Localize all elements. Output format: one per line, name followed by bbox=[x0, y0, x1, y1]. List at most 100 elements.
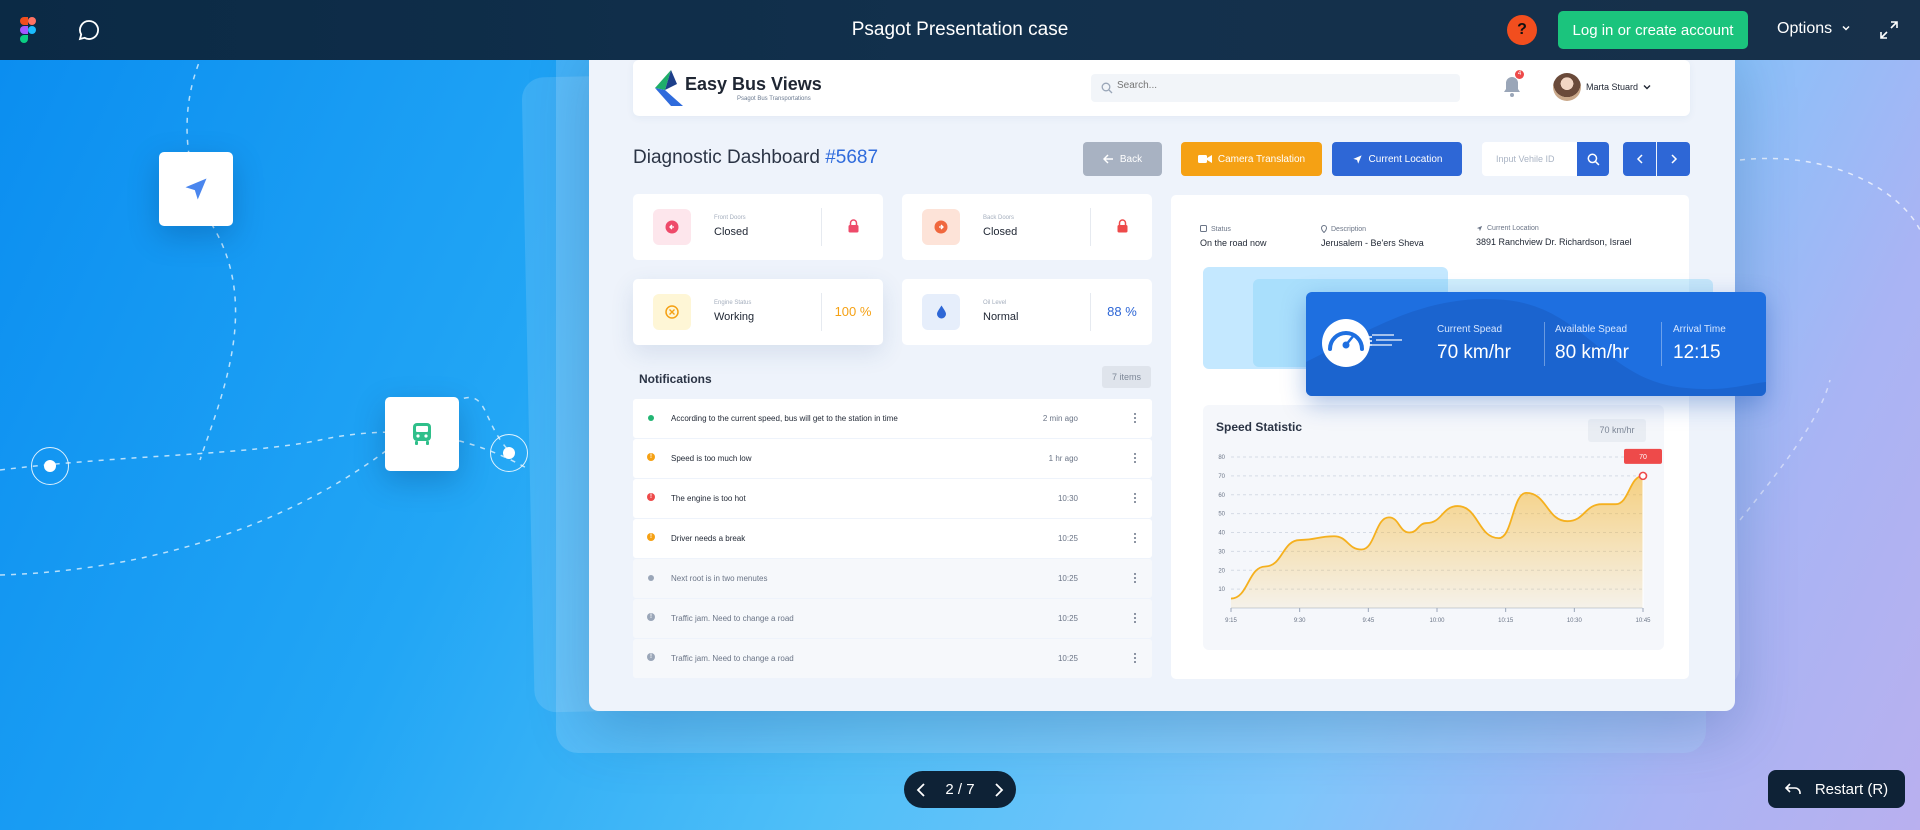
page-navigator: 2 / 7 bbox=[904, 771, 1016, 808]
restart-label: Restart (R) bbox=[1814, 780, 1889, 798]
more-vertical-icon[interactable] bbox=[1133, 451, 1137, 465]
app-header: Easy Bus Views Psagot Bus Transportation… bbox=[633, 60, 1690, 116]
current-speed-label: Current Spead bbox=[1437, 324, 1503, 335]
more-vertical-icon[interactable] bbox=[1133, 491, 1137, 505]
engine-icon bbox=[665, 305, 679, 319]
x-tick-label: 10:00 bbox=[1429, 618, 1445, 624]
y-tick-label: 80 bbox=[1218, 455, 1225, 461]
oil-percent: 88 % bbox=[1107, 304, 1137, 319]
list-item[interactable]: ! Speed is too much low 1 hr ago bbox=[633, 439, 1152, 478]
notification-time: 10:25 bbox=[1057, 614, 1078, 623]
chevron-down-icon bbox=[1842, 25, 1850, 31]
user-name[interactable]: Marta Stuard bbox=[1586, 82, 1638, 92]
error-icon: ! bbox=[647, 493, 655, 501]
pin-icon bbox=[1321, 225, 1327, 233]
previous-vehicle-button[interactable] bbox=[1623, 142, 1656, 176]
oil-level-label: Oil Level bbox=[983, 300, 1007, 306]
front-doors-label: Front Doors bbox=[714, 215, 746, 221]
divider bbox=[1661, 322, 1662, 366]
x-tick-label: 10:30 bbox=[1567, 618, 1583, 624]
available-speed-label: Available Spead bbox=[1555, 324, 1628, 335]
camera-translation-button[interactable]: Camera Translation bbox=[1181, 142, 1322, 176]
speed-card: Current Spead 70 km/hr Available Spead 8… bbox=[1306, 292, 1766, 396]
navigation-card bbox=[159, 152, 233, 226]
engine-percent: 100 % bbox=[834, 304, 872, 319]
engine-status-card: Engine Status Working 100 % bbox=[633, 279, 883, 345]
list-item[interactable]: Next root is in two menutes 10:25 bbox=[633, 559, 1152, 598]
notification-time: 10:25 bbox=[1057, 534, 1078, 543]
more-vertical-icon[interactable] bbox=[1133, 651, 1137, 665]
back-doors-value: Closed bbox=[983, 226, 1018, 238]
list-item[interactable]: ! The engine is too hot 10:30 bbox=[633, 479, 1152, 518]
path-node bbox=[490, 434, 528, 472]
x-tick-label: 9:45 bbox=[1362, 618, 1374, 624]
arrival-time-label: Arrival Time bbox=[1673, 324, 1726, 335]
more-vertical-icon[interactable] bbox=[1133, 571, 1137, 585]
notification-text: Traffic jam. Need to change a road bbox=[671, 614, 794, 623]
vehicle-number: #5687 bbox=[825, 147, 879, 168]
divider bbox=[1544, 322, 1545, 366]
divider bbox=[821, 293, 822, 331]
more-vertical-icon[interactable] bbox=[1133, 411, 1137, 425]
front-doors-value: Closed bbox=[714, 226, 749, 238]
list-item[interactable]: ! Driver needs a break 10:25 bbox=[633, 519, 1152, 558]
info-icon: ! bbox=[647, 653, 655, 661]
notification-time: 10:25 bbox=[1057, 654, 1078, 663]
chevron-right-icon[interactable] bbox=[994, 782, 1004, 798]
x-tick-label: 9:30 bbox=[1294, 618, 1306, 624]
front-doors-card: Front Doors Closed bbox=[633, 194, 883, 260]
x-tick-label: 10:45 bbox=[1635, 618, 1651, 624]
chevron-down-icon[interactable] bbox=[1642, 82, 1652, 92]
list-item[interactable]: ! Traffic jam. Need to change a road 10:… bbox=[633, 599, 1152, 638]
status-dot bbox=[648, 575, 654, 581]
more-vertical-icon[interactable] bbox=[1133, 611, 1137, 625]
highlight-point bbox=[1638, 471, 1648, 481]
vehicle-id-input[interactable]: Input Vehile ID bbox=[1482, 142, 1577, 176]
logo-icon bbox=[655, 70, 683, 106]
available-speed: Available Spead 80 km/hr bbox=[1555, 324, 1629, 364]
path-node bbox=[31, 447, 69, 485]
engine-status-value: Working bbox=[714, 311, 755, 323]
search-input[interactable] bbox=[1117, 80, 1417, 91]
trip-description-value: Jerusalem - Be'ers Sheva bbox=[1321, 238, 1424, 248]
avatar[interactable] bbox=[1553, 73, 1581, 101]
login-button[interactable]: Log in or create account bbox=[1558, 11, 1748, 49]
vehicle-search-button[interactable] bbox=[1577, 142, 1609, 176]
options-label: Options bbox=[1777, 20, 1833, 37]
chevron-left-icon[interactable] bbox=[916, 782, 926, 798]
lock-icon bbox=[833, 219, 873, 236]
notification-time: 10:25 bbox=[1057, 574, 1078, 583]
current-location-button[interactable]: Current Location bbox=[1332, 142, 1462, 176]
divider bbox=[1090, 208, 1091, 246]
speedometer-icon bbox=[1322, 319, 1372, 367]
bus-icon bbox=[1200, 225, 1207, 232]
navigation-icon bbox=[1476, 225, 1483, 232]
more-vertical-icon[interactable] bbox=[1133, 531, 1137, 545]
list-item[interactable]: According to the current speed, bus will… bbox=[633, 399, 1152, 438]
search-field[interactable] bbox=[1091, 74, 1460, 102]
next-vehicle-button[interactable] bbox=[1657, 142, 1690, 176]
arrival-time: Arrival Time 12:15 bbox=[1673, 324, 1726, 364]
oil-level-value: Normal bbox=[983, 311, 1019, 323]
back-button[interactable]: Back bbox=[1083, 142, 1162, 176]
list-item[interactable]: ! Traffic jam. Need to change a road 10:… bbox=[633, 639, 1152, 678]
back-doors-icon-box bbox=[922, 209, 960, 245]
lock-icon bbox=[1102, 219, 1142, 236]
warning-icon: ! bbox=[647, 453, 655, 461]
notification-badge: 4 bbox=[1515, 70, 1524, 79]
expand-icon[interactable] bbox=[1880, 21, 1898, 39]
trip-status-label: Status bbox=[1211, 225, 1231, 233]
highlight-label: 70 bbox=[1639, 454, 1647, 461]
options-menu[interactable]: Options bbox=[1777, 20, 1851, 38]
help-button[interactable]: ? bbox=[1507, 15, 1537, 45]
viewer-toolbar: Psagot Presentation case ? Log in or cre… bbox=[0, 0, 1920, 60]
speed-lines-icon bbox=[1372, 334, 1402, 346]
x-tick-label: 9:15 bbox=[1225, 618, 1237, 624]
bus-card bbox=[385, 397, 459, 471]
divider bbox=[1090, 293, 1091, 331]
restart-button[interactable]: Restart (R) bbox=[1768, 770, 1905, 808]
notification-text: Traffic jam. Need to change a road bbox=[671, 654, 794, 663]
page-indicator: 2 / 7 bbox=[945, 781, 975, 798]
notification-text: Next root is in two menutes bbox=[671, 574, 768, 583]
speed-chart: 10 20 30 40 50 60 70 80 9:15 9:30 9:45 10:00 10:15 10… bbox=[1218, 448, 1662, 624]
